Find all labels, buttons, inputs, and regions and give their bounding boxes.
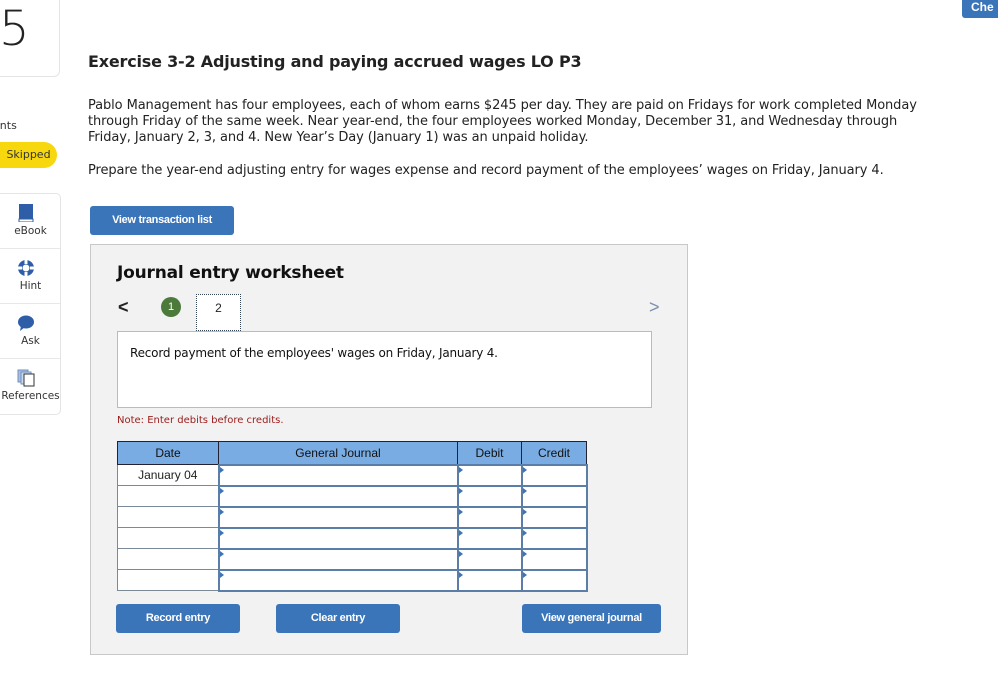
date-cell (117, 548, 219, 570)
question-number: 5 (0, 1, 30, 57)
date-value: January 04 (138, 468, 198, 482)
speech-bubble-icon (18, 315, 34, 331)
question-number-box: 5 (0, 0, 60, 77)
header-debit: Debit (457, 441, 522, 465)
dropdown-indicator-icon (458, 466, 463, 473)
credit-input[interactable] (520, 463, 588, 487)
step-description-box: Record payment of the employees' wages o… (117, 331, 652, 408)
tool-ask[interactable]: Ask (0, 304, 60, 359)
account-input[interactable] (217, 526, 459, 550)
dropdown-indicator-icon (522, 466, 527, 473)
date-cell (117, 485, 219, 507)
dropdown-indicator-icon (458, 550, 463, 557)
view-transaction-list-button[interactable]: View transaction list (90, 206, 234, 235)
credit-input[interactable] (520, 568, 588, 592)
debit-input[interactable] (456, 526, 523, 550)
header-credit: Credit (521, 441, 587, 465)
tool-label: eBook (14, 225, 47, 237)
exercise-instruction: Prepare the year-end adjusting entry for… (88, 163, 884, 178)
header-date: Date (117, 441, 219, 465)
book-icon (18, 204, 34, 222)
credit-input[interactable] (520, 547, 588, 571)
debit-input[interactable] (456, 505, 523, 529)
dropdown-indicator-icon (522, 529, 527, 536)
dropdown-indicator-icon (219, 529, 224, 536)
step-2-tab[interactable]: 2 (196, 294, 241, 331)
table-row (117, 568, 588, 592)
exercise-title: Exercise 3-2 Adjusting and paying accrue… (88, 52, 582, 71)
exercise-description: Pablo Management has four employees, eac… (88, 98, 917, 145)
dropdown-indicator-icon (458, 571, 463, 578)
date-cell (117, 527, 219, 549)
tool-label: Ask (21, 335, 40, 347)
credit-input[interactable] (520, 484, 588, 508)
check-button[interactable]: Che (962, 0, 998, 18)
next-step-button[interactable]: > (649, 297, 660, 318)
account-input[interactable] (217, 568, 459, 592)
dropdown-indicator-icon (219, 487, 224, 494)
table-row (117, 484, 588, 508)
dropdown-indicator-icon (219, 571, 224, 578)
lifebuoy-icon (18, 260, 34, 276)
dropdown-indicator-icon (458, 529, 463, 536)
journal-entry-worksheet: Journal entry worksheet < 1 2 > Record p… (90, 244, 688, 655)
debit-input[interactable] (456, 463, 523, 487)
table-row (117, 505, 588, 529)
dropdown-indicator-icon (458, 487, 463, 494)
table-row (117, 526, 588, 550)
dropdown-indicator-icon (458, 508, 463, 515)
step-1-tab[interactable]: 1 (161, 297, 181, 317)
prev-step-button[interactable]: < (118, 297, 129, 318)
debit-input[interactable] (456, 484, 523, 508)
documents-icon (17, 369, 35, 387)
step-description: Record payment of the employees' wages o… (130, 346, 498, 360)
date-cell: January 04 (117, 464, 219, 486)
dropdown-indicator-icon (522, 508, 527, 515)
debit-input[interactable] (456, 547, 523, 571)
tool-label: Hint (19, 280, 42, 292)
tool-hint[interactable]: Hint (0, 249, 60, 304)
date-cell (117, 506, 219, 528)
credit-input[interactable] (520, 505, 588, 529)
dropdown-indicator-icon (522, 550, 527, 557)
side-tools: eBook Hint Ask References (0, 193, 61, 415)
table-row: January 04 (117, 463, 588, 487)
account-input[interactable] (217, 505, 459, 529)
entry-note: Note: Enter debits before credits. (117, 415, 284, 426)
debit-input[interactable] (456, 568, 523, 592)
account-input[interactable] (217, 547, 459, 571)
dropdown-indicator-icon (522, 487, 527, 494)
tool-references[interactable]: References (0, 359, 60, 414)
view-general-journal-button[interactable]: View general journal (522, 604, 661, 633)
dropdown-indicator-icon (219, 550, 224, 557)
table-row (117, 547, 588, 571)
date-cell (117, 569, 219, 591)
account-input[interactable] (217, 484, 459, 508)
dropdown-indicator-icon (219, 466, 224, 473)
points-label: oints (0, 119, 17, 132)
tool-label: References (1, 390, 60, 402)
journal-table: Date General Journal Debit Credit Januar… (117, 441, 588, 592)
account-input[interactable] (217, 463, 459, 487)
header-general-journal: General Journal (218, 441, 458, 465)
dropdown-indicator-icon (522, 571, 527, 578)
dropdown-indicator-icon (219, 508, 224, 515)
status-badge: Skipped (0, 142, 57, 168)
tool-ebook[interactable]: eBook (0, 194, 60, 249)
record-entry-button[interactable]: Record entry (116, 604, 240, 633)
credit-input[interactable] (520, 526, 588, 550)
worksheet-title: Journal entry worksheet (117, 263, 344, 283)
clear-entry-button[interactable]: Clear entry (276, 604, 400, 633)
